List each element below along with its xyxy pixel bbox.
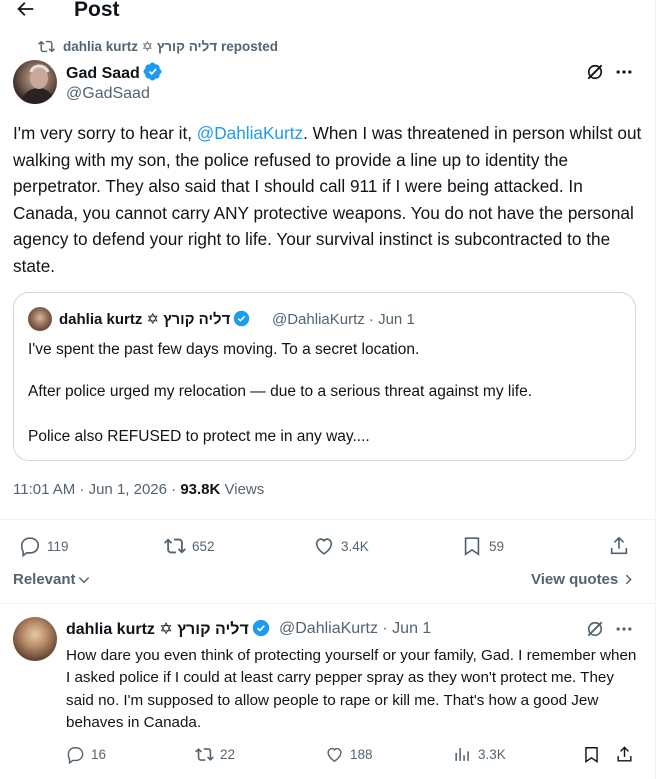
repost-button[interactable]: 22: [195, 745, 235, 764]
quote-avatar: [28, 307, 52, 331]
grok-icon: [587, 621, 603, 637]
more-icon: [616, 627, 632, 631]
reply-text: How dare you even think of protecting yo…: [66, 647, 637, 731]
share-icon: [610, 536, 628, 555]
quote-text-line: After police urged my relocation — due t…: [28, 383, 532, 400]
bookmark-icon: [464, 537, 480, 556]
more-icon: [616, 70, 632, 74]
grok-icon: [587, 64, 603, 80]
repost-count: 22: [220, 747, 236, 762]
grok-button[interactable]: [585, 62, 605, 87]
verified-badge-icon: [252, 619, 270, 642]
quoted-tweet-card[interactable]: dahlia kurtz ✡ דליה קורץ @DahliaKurtz · …: [13, 292, 636, 461]
views-icon: [455, 748, 469, 761]
like-count: 3.4K: [341, 538, 369, 554]
chevron-right-icon: [626, 574, 632, 585]
reply-count: 119: [47, 538, 69, 554]
reply-author-name[interactable]: dahlia kurtz ✡ דליה קורץ: [66, 619, 270, 642]
back-button[interactable]: [14, 0, 36, 20]
tweet-timestamp[interactable]: 11:01 AM · Jun 1, 2026 · 93.8K Views: [13, 481, 264, 498]
grok-button[interactable]: [585, 619, 605, 644]
reply-meta[interactable]: @DahliaKurtz · Jun 1: [279, 620, 431, 638]
views-count: 93.8K: [180, 481, 221, 498]
like-button[interactable]: 3.4K: [313, 535, 369, 557]
quote-author-name: dahlia kurtz ✡ דליה קורץ: [59, 310, 250, 331]
reply-button[interactable]: 119: [19, 535, 69, 557]
chevron-down-icon: [78, 576, 89, 583]
divider: [0, 603, 656, 604]
author-name[interactable]: Gad Saad: [66, 62, 162, 86]
share-button[interactable]: [615, 745, 634, 769]
bookmark-button[interactable]: [582, 745, 601, 769]
quote-meta: @DahliaKurtz · Jun 1: [272, 311, 415, 328]
views-button[interactable]: 3.3K: [453, 745, 506, 764]
like-count: 188: [350, 747, 373, 762]
repost-icon: [195, 748, 214, 761]
tweet-text: I'm very sorry to hear it, @DahliaKurtz.…: [13, 123, 642, 276]
more-button[interactable]: [614, 62, 634, 87]
reply-count: 16: [91, 747, 107, 762]
sort-relevant-dropdown[interactable]: Relevant: [13, 571, 91, 588]
repost-icon: [38, 40, 55, 53]
repost-button[interactable]: 652: [164, 535, 215, 557]
reply-icon: [20, 537, 40, 557]
repost-indicator[interactable]: dahlia kurtz ✡ דליה קורץ reposted: [38, 38, 278, 55]
bookmark-icon: [585, 747, 598, 763]
reply-avatar[interactable]: [13, 617, 57, 661]
reply-icon: [67, 747, 84, 764]
like-icon: [315, 538, 333, 555]
avatar[interactable]: [13, 60, 57, 104]
quote-text-line: Police also REFUSED to protect me in any…: [28, 428, 370, 445]
mention-link[interactable]: @DahliaKurtz: [197, 123, 303, 143]
repost-icon: [164, 538, 186, 554]
more-button[interactable]: [614, 619, 634, 644]
bookmark-count: 59: [489, 538, 505, 554]
repost-count: 652: [192, 538, 215, 554]
quote-text-line: I've spent the past few days moving. To …: [28, 341, 420, 358]
like-icon: [327, 747, 342, 763]
views-count: 3.3K: [478, 747, 506, 762]
verified-badge-icon: [233, 310, 250, 331]
page-header: Post: [0, 0, 656, 24]
post-page: Post dahlia kurtz ✡ דליה קורץ reposted G…: [0, 0, 656, 779]
divider: [0, 519, 656, 520]
author-handle[interactable]: @GadSaad: [66, 85, 150, 103]
reply-button[interactable]: 16: [66, 745, 106, 764]
repost-text: dahlia kurtz ✡ דליה קורץ reposted: [63, 38, 278, 54]
share-icon: [617, 746, 632, 762]
verified-badge-icon: [143, 62, 162, 86]
page-title: Post: [74, 0, 120, 21]
share-button[interactable]: [608, 535, 630, 562]
bookmark-button[interactable]: 59: [461, 535, 504, 557]
view-quotes-link[interactable]: View quotes: [531, 571, 635, 588]
like-button[interactable]: 188: [325, 745, 373, 764]
arrow-left-icon: [17, 2, 34, 16]
